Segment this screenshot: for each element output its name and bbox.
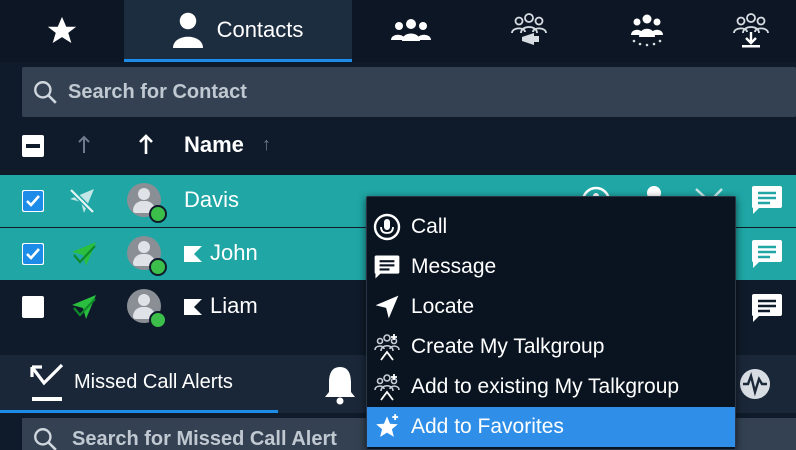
locate-icon — [375, 295, 399, 319]
sort-status-arrow-icon[interactable] — [76, 135, 92, 155]
menu-item-label: Locate — [411, 295, 475, 318]
tab-download-groups[interactable] — [706, 0, 796, 62]
menu-item-message[interactable]: Message — [367, 247, 735, 287]
tab-broadcast-talkgroup[interactable] — [470, 0, 588, 62]
missed-call-icon — [30, 363, 64, 401]
location-available-icon — [72, 295, 96, 319]
contact-context-menu: Call Message Locate Create My Talkgroup … — [366, 196, 736, 450]
online-check-icon — [149, 258, 167, 276]
scanned-groups-icon — [631, 14, 663, 47]
menu-item-label: Add to existing My Talkgroup — [411, 375, 680, 398]
menu-item-label: Add to Favorites — [411, 415, 564, 438]
menu-item-add-to-existing-talkgroup[interactable]: Add to existing My Talkgroup — [367, 367, 735, 407]
tab-missed-call-alerts[interactable]: Missed Call Alerts — [0, 355, 278, 413]
contact-name: John — [210, 240, 258, 265]
star-icon — [47, 16, 77, 44]
talkgroup-icon — [374, 334, 400, 361]
flag-icon — [184, 246, 202, 262]
menu-item-label: Message — [411, 255, 497, 278]
online-check-icon — [149, 311, 167, 329]
missed-call-search-placeholder: Search for Missed Call Alert — [72, 428, 337, 450]
checkmark-icon — [23, 244, 43, 264]
broadcast-talkgroup-icon — [511, 13, 547, 45]
avatar — [127, 289, 167, 329]
row-checkbox[interactable] — [22, 190, 44, 212]
tab-contacts[interactable]: Contacts — [124, 0, 352, 62]
star-icon — [376, 414, 399, 437]
location-available-icon — [72, 242, 96, 266]
contact-name: Davis — [184, 187, 240, 212]
checkmark-icon — [23, 191, 43, 211]
search-icon — [34, 81, 57, 104]
tab-scanned-groups[interactable] — [588, 0, 706, 62]
name-sort-arrow-icon[interactable]: ↑ — [262, 134, 271, 155]
select-all-checkbox[interactable] — [22, 135, 44, 157]
audio-history-icon[interactable] — [738, 367, 772, 401]
bell-icon[interactable] — [322, 365, 358, 405]
sort-presence-arrow-icon[interactable] — [138, 134, 154, 156]
menu-item-call[interactable]: Call — [367, 207, 735, 247]
name-column-header[interactable]: Name — [184, 132, 244, 158]
message-icon[interactable] — [750, 185, 784, 215]
contact-name: Liam — [210, 293, 258, 318]
menu-item-label: Call — [411, 215, 448, 238]
top-tab-bar: Contacts — [0, 0, 796, 62]
row-checkbox[interactable] — [22, 243, 44, 265]
online-check-icon — [149, 205, 167, 223]
contacts-header-row: Name ↑ — [0, 120, 796, 172]
menu-item-label: Create My Talkgroup — [411, 335, 605, 358]
talkgroup-icon — [374, 374, 400, 401]
menu-item-add-to-favorites[interactable]: Add to Favorites — [367, 407, 735, 447]
message-icon[interactable] — [750, 293, 784, 323]
tab-missed-call-alerts-label: Missed Call Alerts — [74, 371, 233, 393]
message-icon[interactable] — [750, 239, 784, 269]
location-unavailable-icon — [68, 187, 96, 215]
avatar — [127, 236, 167, 276]
contact-icon — [172, 12, 203, 48]
row-checkbox[interactable] — [22, 296, 44, 318]
search-placeholder: Search for Contact — [68, 80, 247, 103]
groups-icon — [391, 19, 431, 41]
menu-item-locate[interactable]: Locate — [367, 287, 735, 327]
tab-contacts-label: Contacts — [216, 16, 304, 42]
avatar — [127, 183, 167, 223]
download-groups-icon — [733, 13, 769, 48]
message-icon — [374, 255, 400, 279]
search-icon — [34, 428, 57, 450]
tab-favorites[interactable] — [0, 0, 124, 62]
tab-groups[interactable] — [352, 0, 470, 62]
contact-search-input[interactable]: Search for Contact — [22, 67, 796, 117]
flag-icon — [184, 299, 202, 315]
call-icon — [373, 213, 401, 241]
menu-item-create-my-talkgroup[interactable]: Create My Talkgroup — [367, 327, 735, 367]
